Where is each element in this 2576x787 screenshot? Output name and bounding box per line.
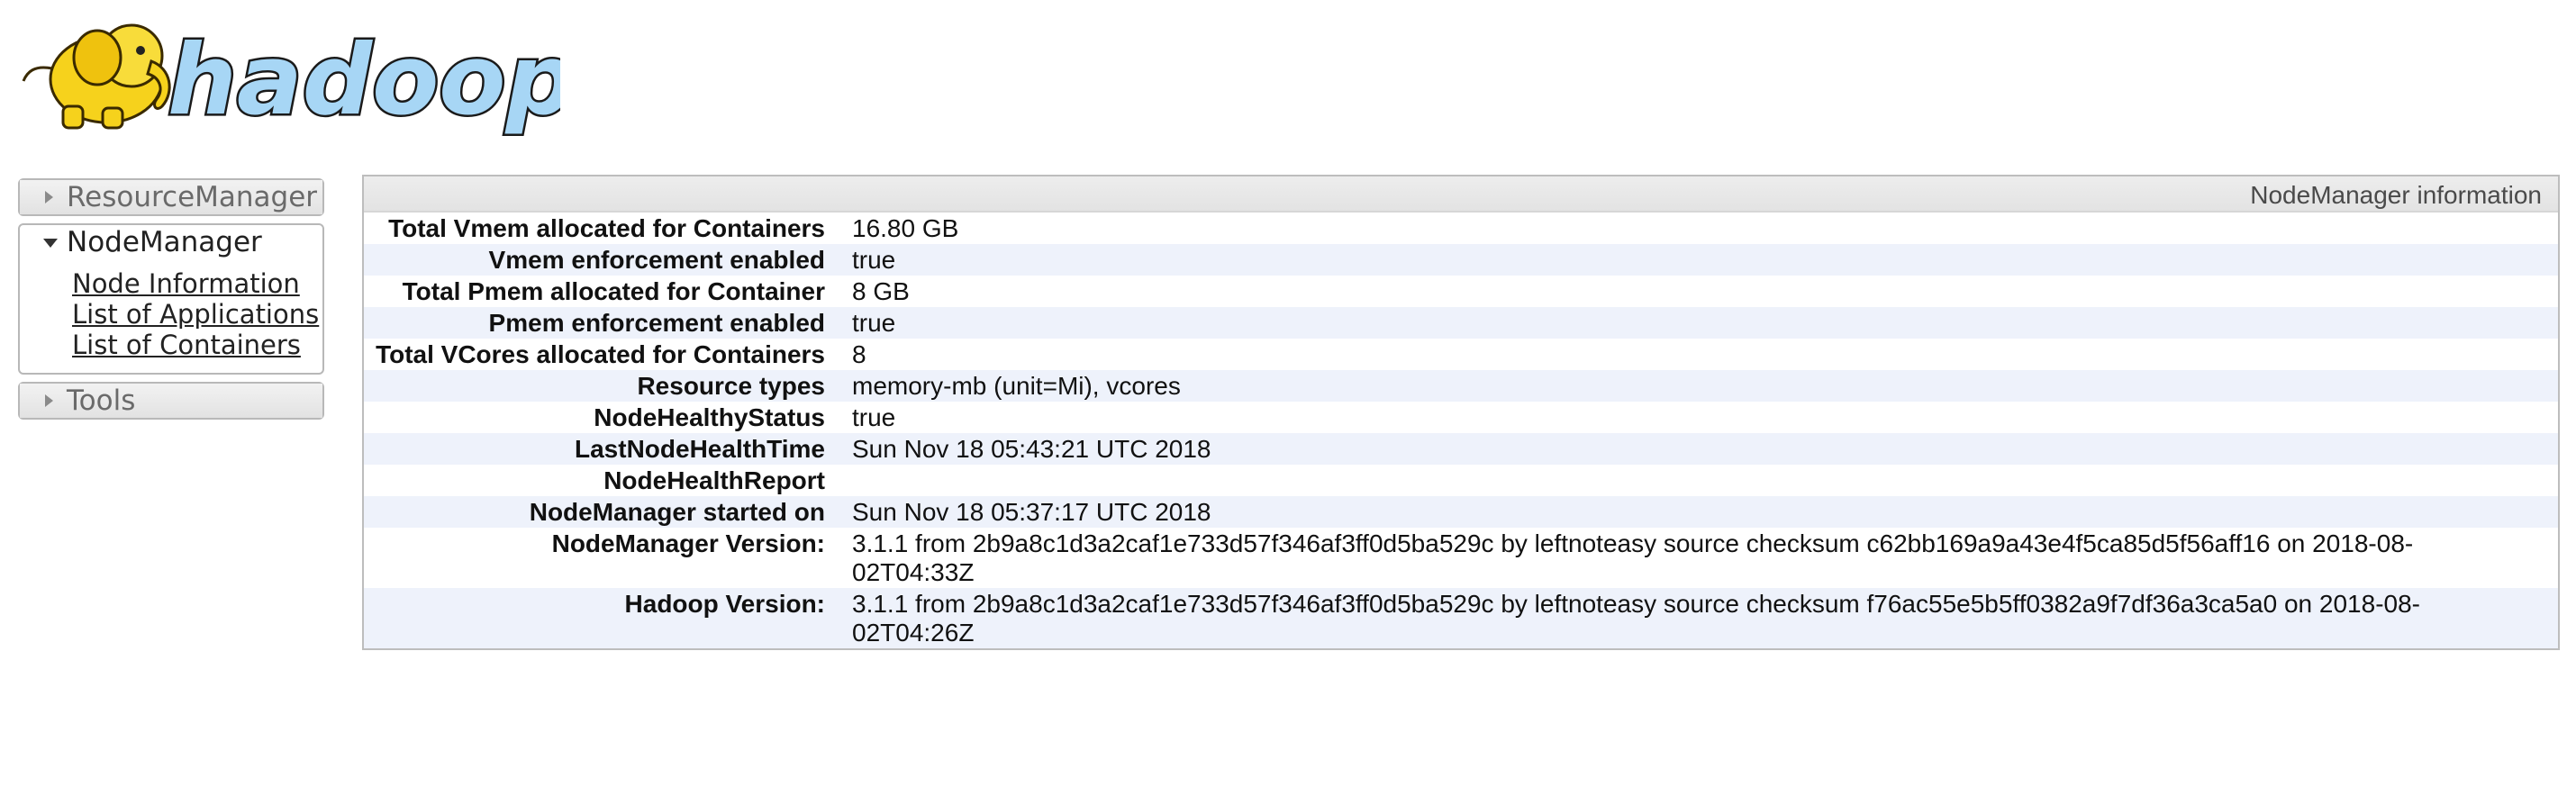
info-row: Pmem enforcement enabled true <box>364 307 2558 339</box>
nav-header-tools[interactable]: Tools <box>20 384 322 418</box>
info-value: Sun Nov 18 05:37:17 UTC 2018 <box>852 498 1211 526</box>
nodemanager-links: Node Information List of Applications Li… <box>20 259 322 373</box>
hadoop-logo: hadoop <box>22 23 560 137</box>
info-table: Total Vmem allocated for Containers 16.80… <box>364 213 2558 648</box>
info-value: 8 GB <box>852 277 910 305</box>
info-key: Total Pmem allocated for Container <box>402 277 825 305</box>
info-key: Pmem enforcement enabled <box>488 309 825 337</box>
info-value: true <box>852 309 896 337</box>
elephant-icon <box>22 23 171 130</box>
info-row: NodeManager Version: 3.1.1 from 2b9a8c1d3… <box>364 528 2558 588</box>
nav-item-list-of-containers: List of Containers <box>72 330 322 360</box>
info-key: Vmem enforcement enabled <box>488 246 825 274</box>
nav-section-nodemanager: NodeManager Node Information List of App… <box>18 223 324 375</box>
nav-header-nodemanager[interactable]: NodeManager <box>20 225 322 259</box>
nav-header-resourcemanager[interactable]: ResourceManager <box>20 180 322 214</box>
hadoop-wordmark: hadoop <box>168 24 560 137</box>
info-panel-title: NodeManager information <box>364 176 2558 213</box>
nav-section-resourcemanager[interactable]: ResourceManager <box>18 178 324 216</box>
link-list-of-containers[interactable]: List of Containers <box>72 330 301 360</box>
info-key: Hadoop Version: <box>624 590 825 618</box>
info-value: memory-mb (unit=Mi), vcores <box>852 372 1181 400</box>
info-row: Total Pmem allocated for Container 8 GB <box>364 276 2558 307</box>
info-value: true <box>852 246 896 274</box>
info-row: Vmem enforcement enabled true <box>364 244 2558 276</box>
info-row: Resource types memory-mb (unit=Mi), vcore… <box>364 370 2558 402</box>
info-value: Sun Nov 18 05:43:21 UTC 2018 <box>852 435 1211 463</box>
info-row: Total Vmem allocated for Containers 16.80… <box>364 213 2558 244</box>
info-key: NodeHealthyStatus <box>594 403 825 431</box>
info-key: NodeManager Version: <box>551 529 825 557</box>
info-key: NodeManager started on <box>529 498 825 526</box>
info-row: Total VCores allocated for Containers 8 <box>364 339 2558 370</box>
info-value: 3.1.1 from 2b9a8c1d3a2caf1e733d57f346af3… <box>852 590 2420 647</box>
sidebar-nav: ResourceManager NodeManager Node Informa… <box>18 178 324 427</box>
nav-header-label: NodeManager <box>67 226 262 258</box>
caret-right-icon <box>45 394 53 407</box>
nav-header-label: ResourceManager <box>67 181 318 213</box>
info-row: NodeHealthReport <box>364 465 2558 496</box>
info-key: Resource types <box>637 372 825 400</box>
info-row: NodeHealthyStatus true <box>364 402 2558 433</box>
info-value: 16.80 GB <box>852 214 959 242</box>
nav-header-label: Tools <box>67 384 136 417</box>
link-node-information[interactable]: Node Information <box>72 268 300 299</box>
link-list-of-applications[interactable]: List of Applications <box>72 299 319 330</box>
info-value: true <box>852 403 896 431</box>
nodemanager-info-panel: NodeManager information Total Vmem alloc… <box>362 175 2560 650</box>
info-key: Total VCores allocated for Containers <box>376 340 825 368</box>
caret-down-icon <box>43 239 58 248</box>
info-row: LastNodeHealthTime Sun Nov 18 05:43:21 UT… <box>364 433 2558 465</box>
info-value <box>852 465 2558 496</box>
nav-item-node-information: Node Information <box>72 268 322 299</box>
info-value: 8 <box>852 340 866 368</box>
info-key: LastNodeHealthTime <box>575 435 825 463</box>
caret-right-icon <box>45 191 53 204</box>
info-row: Hadoop Version: 3.1.1 from 2b9a8c1d3a2caf… <box>364 588 2558 648</box>
info-key: NodeHealthReport <box>603 466 825 494</box>
info-row: NodeManager started on Sun Nov 18 05:37:1… <box>364 496 2558 528</box>
info-key: Total Vmem allocated for Containers <box>388 214 825 242</box>
info-value: 3.1.1 from 2b9a8c1d3a2caf1e733d57f346af3… <box>852 529 2414 586</box>
nav-section-tools[interactable]: Tools <box>18 382 324 420</box>
nav-item-list-of-applications: List of Applications <box>72 299 322 330</box>
